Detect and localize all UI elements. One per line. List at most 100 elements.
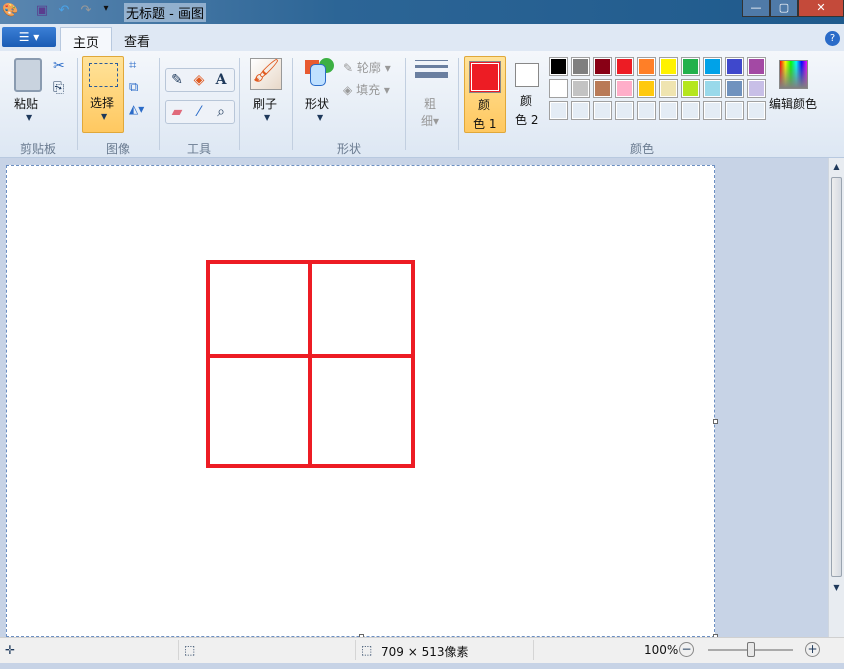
copy-icon[interactable]: ⎘ [53, 80, 64, 96]
cut-icon[interactable]: ✂ [53, 58, 65, 74]
size-label-1[interactable]: 粗 [424, 95, 436, 112]
palette-color-swatch[interactable] [593, 57, 612, 76]
resize-icon[interactable]: ⧉ [129, 80, 138, 95]
palette-custom-slot[interactable] [747, 101, 766, 120]
palette-custom-slot[interactable] [725, 101, 744, 120]
color2-button[interactable]: 颜 色 2 [510, 56, 544, 133]
palette-color-swatch[interactable] [637, 57, 656, 76]
palette-color-swatch[interactable] [615, 57, 634, 76]
redo-icon[interactable]: ↷ [78, 3, 94, 19]
palette-custom-slot[interactable] [549, 101, 568, 120]
brush-icon[interactable]: 🖌 [250, 58, 282, 90]
paint-app-icon[interactable]: 🎨 [2, 3, 18, 19]
size-icon[interactable] [415, 60, 448, 78]
palette-color-swatch[interactable] [703, 57, 722, 76]
palette-custom-slot[interactable] [703, 101, 722, 120]
palette-color-swatch[interactable] [725, 79, 744, 98]
palette-color-swatch[interactable] [637, 79, 656, 98]
palette-color-swatch[interactable] [681, 79, 700, 98]
outline-button[interactable]: ✎ 轮廓 ▾ [343, 59, 391, 76]
palette-color-swatch[interactable] [681, 57, 700, 76]
colors-group-label: 颜色 [630, 142, 655, 156]
palette-color-swatch[interactable] [659, 79, 678, 98]
palette-custom-slot[interactable] [681, 101, 700, 120]
color-picker-icon[interactable]: ⁄ [188, 101, 210, 123]
save-icon[interactable]: ▣ [34, 3, 50, 19]
resize-handle-right[interactable] [713, 419, 718, 424]
outline-icon: ✎ [343, 61, 354, 75]
eraser-icon[interactable]: ▰ [166, 101, 188, 123]
palette-color-swatch[interactable] [747, 79, 766, 98]
canvas-size-icon: ⬚ [361, 643, 373, 657]
undo-icon[interactable]: ↶ [56, 3, 72, 19]
crop-icon[interactable]: ⌗ [129, 58, 136, 73]
color2-label-a: 颜 [520, 94, 533, 108]
shapes-icon[interactable] [305, 58, 334, 88]
divider [458, 58, 459, 150]
scroll-down-icon: ▼ [833, 583, 840, 592]
magnifier-icon[interactable]: ⌕ [210, 101, 232, 123]
text-icon[interactable]: A [210, 69, 232, 91]
help-icon[interactable]: ? [825, 31, 840, 46]
palette-color-swatch[interactable] [549, 57, 568, 76]
palette-custom-slot[interactable] [593, 101, 612, 120]
brushes-dropdown-icon[interactable]: ▼ [264, 113, 270, 122]
selection-size-icon: ⬚ [184, 643, 196, 657]
palette-custom-slot[interactable] [659, 101, 678, 120]
palette-color-swatch[interactable] [615, 79, 634, 98]
tab-home[interactable]: 主页 [60, 27, 113, 51]
pencil-icon[interactable]: ✎ [166, 69, 188, 91]
select-dropdown-icon: ▼ [101, 112, 108, 121]
color1-label-b: 色 1 [473, 117, 497, 131]
color1-label-a: 颜 [478, 98, 491, 112]
cursor-position-icon: ✛ [5, 643, 16, 657]
palette-custom-slot[interactable] [615, 101, 634, 120]
maximize-button[interactable]: ▢ [770, 0, 798, 17]
vertical-scrollbar[interactable]: ▲ ▼ [828, 158, 844, 637]
palette-color-swatch[interactable] [747, 57, 766, 76]
select-icon [89, 63, 118, 87]
rotate-icon[interactable]: ◭▾ [129, 102, 144, 116]
palette-color-swatch[interactable] [725, 57, 744, 76]
drawing [206, 260, 415, 468]
image-group-label: 图像 [106, 142, 131, 156]
close-button[interactable]: ✕ [798, 0, 844, 17]
divider [159, 58, 160, 150]
brushes-button[interactable]: 刷子 [253, 95, 277, 112]
palette-color-swatch[interactable] [703, 79, 722, 98]
color1-button[interactable]: 颜 色 1 [464, 56, 506, 133]
tab-view[interactable]: 查看 [112, 27, 162, 51]
zoom-in-button[interactable]: + [805, 642, 820, 657]
paste-icon[interactable] [14, 58, 42, 92]
palette-color-swatch[interactable] [659, 57, 678, 76]
window-title: 无标题 - 画图 [124, 3, 206, 22]
size-button[interactable]: 细▾ [421, 112, 439, 129]
fill-button[interactable]: ◈ 填充 ▾ [343, 81, 390, 98]
drawing-canvas[interactable] [6, 165, 715, 637]
paste-button[interactable]: 粘贴 [14, 95, 38, 112]
minimize-button[interactable]: — [742, 0, 770, 17]
paste-dropdown-icon[interactable]: ▼ [26, 113, 32, 122]
shapes-dropdown-icon[interactable]: ▼ [317, 113, 323, 122]
file-menu-button[interactable]: ☰ ▾ [2, 27, 56, 47]
fill-bucket-icon[interactable]: ◈ [188, 69, 210, 91]
scroll-thumb[interactable] [831, 177, 842, 577]
zoom-out-button[interactable]: − [679, 642, 694, 657]
tools-row-2: ▰ ⁄ ⌕ [165, 100, 235, 124]
divider [239, 58, 240, 150]
edit-colors-icon[interactable] [779, 60, 808, 89]
palette-custom-slot[interactable] [637, 101, 656, 120]
palette-color-swatch[interactable] [593, 79, 612, 98]
palette-color-swatch[interactable] [571, 79, 590, 98]
divider [355, 640, 356, 660]
customize-quick-access-icon[interactable]: ▾ [98, 3, 114, 19]
palette-color-swatch[interactable] [571, 57, 590, 76]
shapes-button[interactable]: 形状 [305, 95, 329, 112]
clipboard-group-label: 剪贴板 [20, 142, 57, 156]
select-button[interactable]: 选择 ▼ [82, 56, 124, 133]
edit-colors-button[interactable]: 编辑颜色 [769, 95, 817, 112]
zoom-slider-thumb[interactable] [746, 642, 755, 657]
palette-custom-slot[interactable] [571, 101, 590, 120]
scroll-up-icon: ▲ [833, 162, 840, 171]
palette-color-swatch[interactable] [549, 79, 568, 98]
